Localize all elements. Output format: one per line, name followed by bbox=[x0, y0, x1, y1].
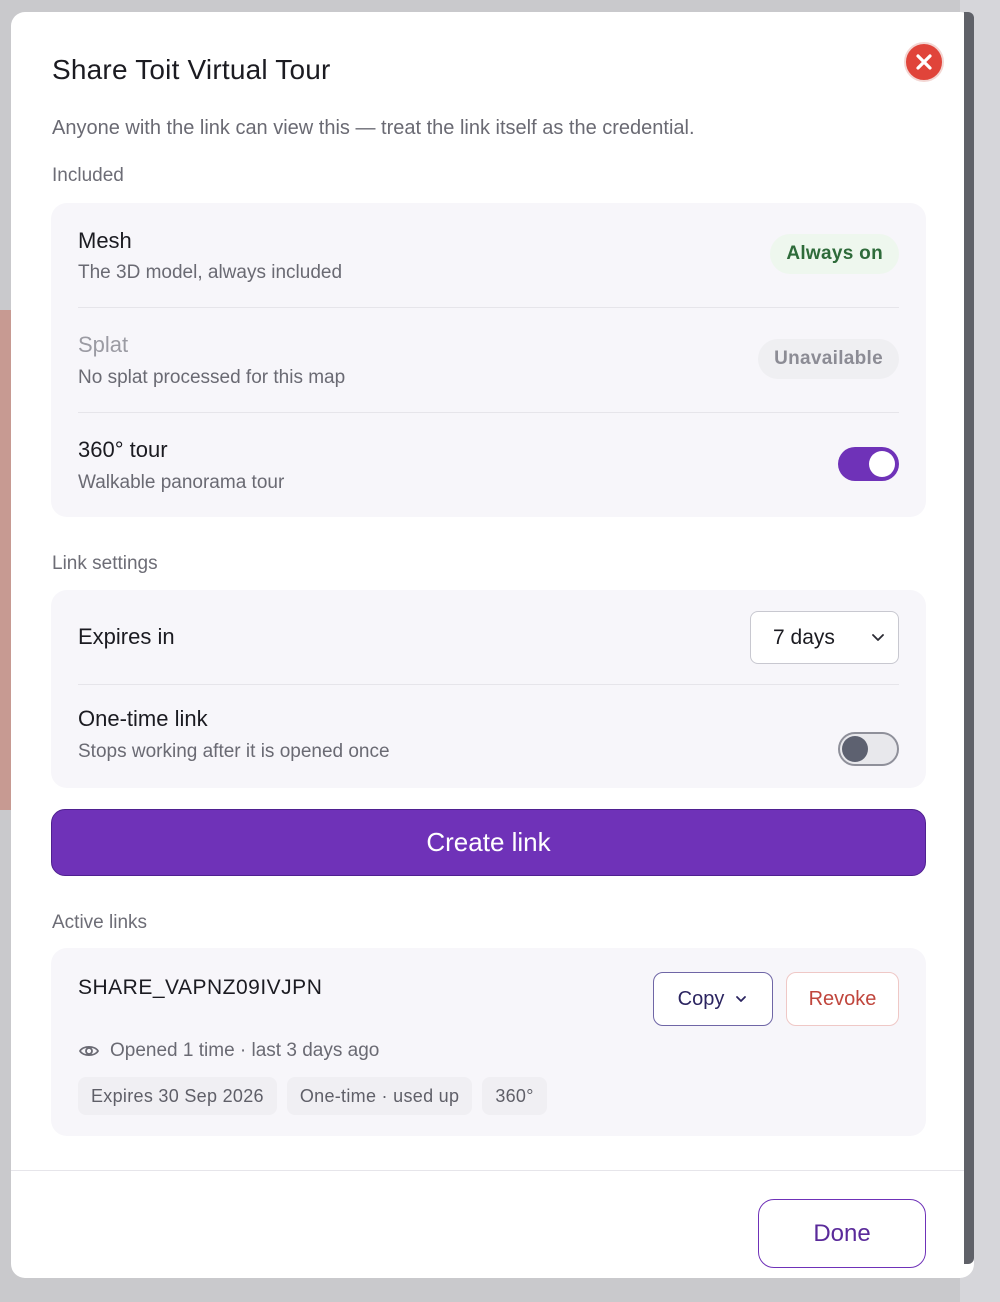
splat-title: Splat bbox=[78, 332, 129, 357]
toggle-knob bbox=[869, 451, 895, 477]
included-section-label: Included bbox=[52, 165, 124, 186]
chevron-down-icon bbox=[736, 996, 747, 1002]
one-time-title: One-time link bbox=[78, 706, 208, 731]
dialog-title: Share Toit Virtual Tour bbox=[52, 54, 331, 85]
expires-title: Expires in bbox=[78, 624, 175, 649]
opened-text: Opened 1 time · last 3 days ago bbox=[110, 1040, 380, 1061]
revoke-button[interactable]: Revoke bbox=[786, 972, 899, 1026]
mesh-title: Mesh bbox=[78, 228, 132, 253]
link-settings-card: Expires in 7 days One-time link Stops wo… bbox=[51, 590, 926, 788]
expires-select[interactable]: 7 days bbox=[750, 611, 899, 664]
tour-subtitle: Walkable panorama tour bbox=[78, 472, 285, 493]
dialog-subtitle: Anyone with the link can view this — tre… bbox=[52, 117, 695, 139]
copy-button[interactable]: Copy bbox=[653, 972, 773, 1026]
splat-subtitle: No splat processed for this map bbox=[78, 367, 346, 388]
active-links-section-label: Active links bbox=[52, 912, 148, 933]
create-link-button[interactable]: Create link bbox=[51, 809, 926, 876]
footer-divider bbox=[11, 1170, 974, 1171]
included-item-360-tour: 360° tour Walkable panorama tour bbox=[78, 413, 899, 517]
mesh-subtitle: The 3D model, always included bbox=[78, 262, 343, 283]
one-time-toggle[interactable] bbox=[838, 732, 899, 766]
tour-chip: 360° bbox=[482, 1077, 547, 1115]
scrollbar[interactable] bbox=[964, 12, 974, 1264]
share-dialog: Share Toit Virtual Tour Anyone with the … bbox=[11, 12, 974, 1278]
included-card: Mesh The 3D model, always included Alway… bbox=[51, 203, 926, 517]
expires-value: 7 days bbox=[773, 625, 835, 649]
chevron-down-icon bbox=[872, 634, 884, 641]
link-settings-section-label: Link settings bbox=[52, 553, 158, 574]
close-icon bbox=[916, 54, 932, 70]
eye-icon bbox=[78, 1045, 100, 1057]
tour-toggle[interactable] bbox=[838, 447, 899, 481]
tour-title: 360° tour bbox=[78, 437, 168, 462]
done-button[interactable]: Done bbox=[758, 1199, 926, 1268]
one-time-chip: One-time · used up bbox=[286, 1077, 473, 1115]
toggle-knob bbox=[842, 736, 868, 762]
active-link-card: SHARE_VAPNZ09IVJPN Copy Revoke Opened 1 … bbox=[51, 948, 926, 1136]
copy-label: Copy bbox=[677, 987, 725, 1010]
share-link-code: SHARE_VAPNZ09IVJPN bbox=[78, 976, 323, 999]
expiry-chip: Expires 30 Sep 2026 bbox=[78, 1077, 277, 1115]
unavailable-badge: Unavailable bbox=[758, 339, 899, 379]
close-button[interactable] bbox=[904, 42, 944, 82]
opened-info: Opened 1 time · last 3 days ago bbox=[78, 1040, 379, 1062]
link-chips: Expires 30 Sep 2026 One-time · used up 3… bbox=[78, 1077, 547, 1115]
always-on-badge: Always on bbox=[770, 234, 899, 274]
one-time-row: One-time link Stops working after it is … bbox=[78, 685, 899, 788]
one-time-subtitle: Stops working after it is opened once bbox=[78, 741, 390, 762]
